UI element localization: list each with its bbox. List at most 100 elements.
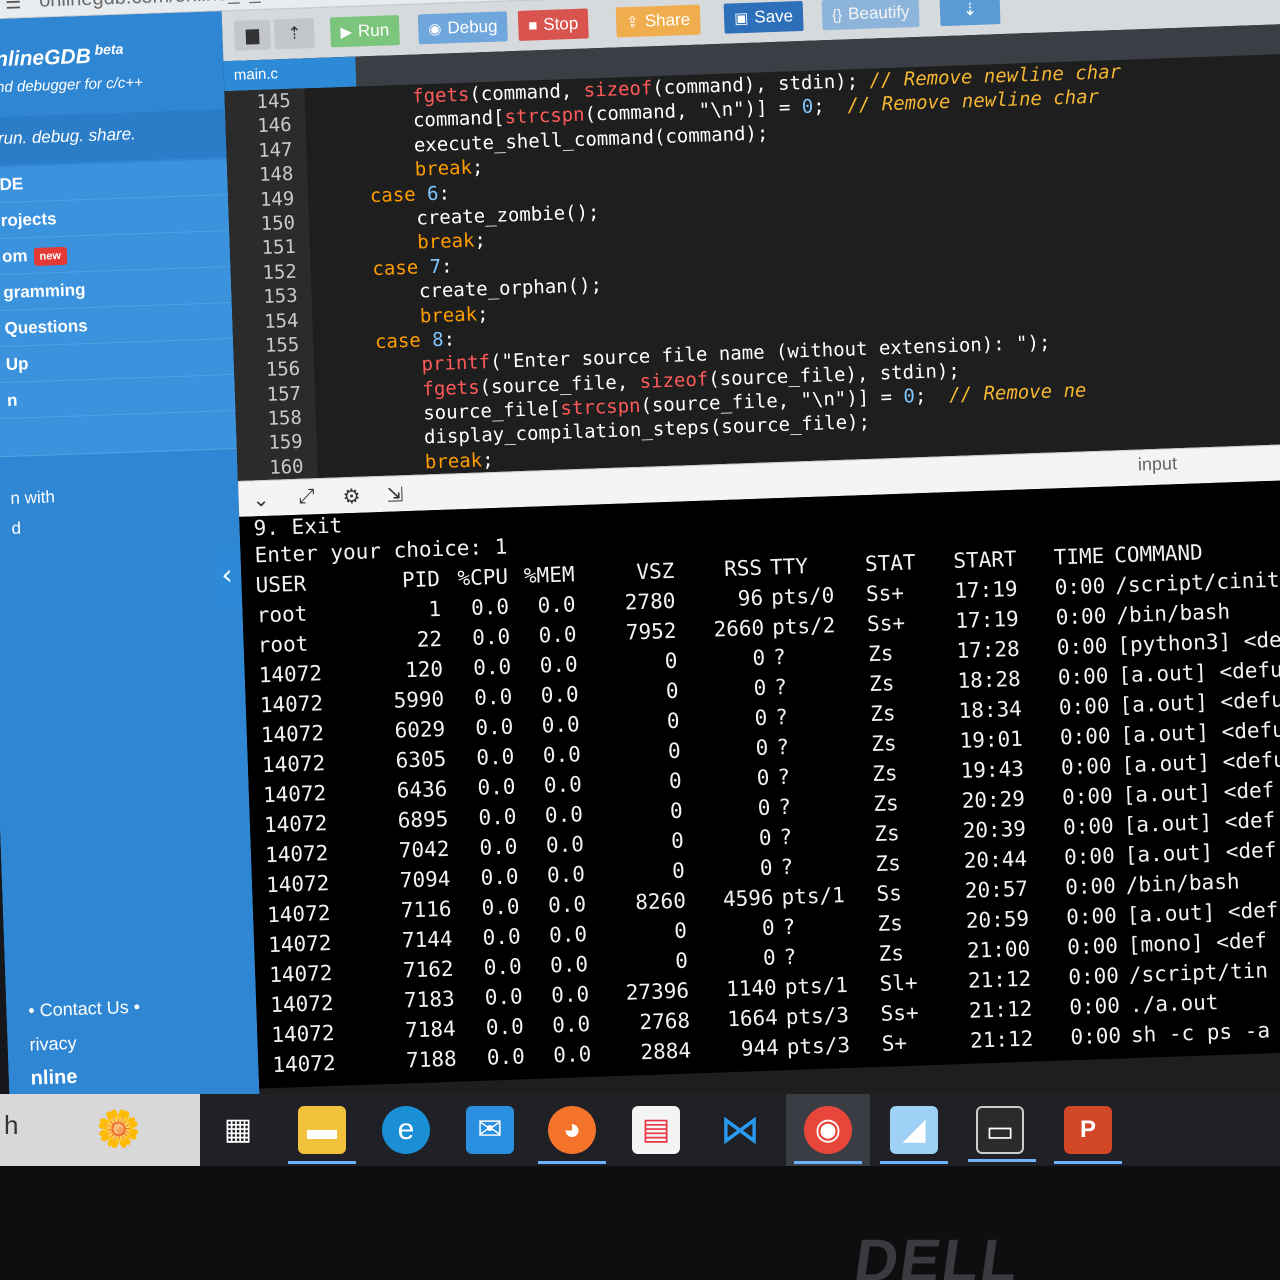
ps-cell: 6436: [396, 776, 448, 803]
ps-cell: 0.0: [549, 952, 589, 978]
ps-cell: 18:34: [958, 696, 1023, 723]
collapse-arrow-icon[interactable]: ‹: [214, 546, 241, 608]
site-settings-icon[interactable]: ☰: [5, 0, 22, 14]
ps-cell: 0: [758, 825, 772, 850]
beautify-button[interactable]: {} Beautify: [821, 0, 921, 31]
ps-cell: 20:59: [965, 906, 1030, 933]
beautify-label: Beautify: [847, 2, 910, 24]
edge-icon[interactable]: e: [382, 1106, 430, 1154]
task-view-icon[interactable]: ▦: [214, 1106, 262, 1154]
ps-cell: ?: [779, 824, 793, 850]
ps-cell: Ss+: [865, 580, 905, 607]
ps-cell: 0: [673, 918, 688, 944]
chevron-down-icon[interactable]: ⌄: [252, 487, 270, 513]
terminal-icon[interactable]: ▭: [968, 1106, 1036, 1162]
play-icon: ▶: [340, 23, 353, 42]
privacy-link[interactable]: rivacy: [29, 1024, 142, 1062]
stop-icon: ■: [527, 17, 538, 35]
powerpoint-icon[interactable]: P: [1054, 1106, 1122, 1164]
ps-header: USER: [255, 571, 307, 598]
file-explorer-icon[interactable]: ▬: [288, 1106, 356, 1164]
ps-cell: 0.0: [544, 802, 584, 828]
ps-cell: 0:00: [1062, 813, 1115, 840]
ps-cell: 0.0: [552, 1041, 592, 1068]
sidebar-footer: • Contact Us • rivacy nline: [28, 990, 143, 1096]
ps-cell: 0: [667, 738, 682, 764]
ps-cell: 17:19: [955, 606, 1020, 633]
ps-header: VSZ: [635, 558, 675, 585]
clear-icon[interactable]: ⇲: [386, 482, 404, 508]
sidebar-item-label: gramming: [2, 280, 86, 303]
ps-cell: 7094: [399, 866, 451, 893]
ps-cell: 0.0: [473, 684, 513, 710]
monitor-bezel: DELL: [0, 1166, 1280, 1280]
ps-cell: 0:00: [1059, 723, 1111, 750]
ps-cell: ?: [780, 854, 794, 880]
stop-button[interactable]: ■ Stop: [517, 8, 589, 41]
notepad-icon[interactable]: ◢: [880, 1106, 948, 1164]
new-file-button[interactable]: ▆: [233, 19, 271, 51]
ps-cell: 0.0: [542, 742, 582, 768]
store-icon[interactable]: ▤: [632, 1106, 680, 1154]
ps-cell: 17:19: [953, 576, 1018, 604]
upload-button[interactable]: ⇡: [273, 18, 315, 50]
debug-button[interactable]: ◉ Debug: [417, 11, 509, 45]
sidebar-menu: DE rojects om new gramming Questions Up n: [0, 159, 237, 458]
ps-cell: 0:00: [1067, 963, 1120, 990]
download-button[interactable]: ⇣: [939, 0, 1001, 27]
ps-cell: 0:00: [1058, 693, 1110, 720]
expand-icon[interactable]: ⤢: [298, 485, 315, 509]
ps-cell: 0.0: [486, 1044, 526, 1070]
run-button[interactable]: ▶ Run: [329, 15, 400, 48]
vscode-icon[interactable]: ⋈: [716, 1106, 764, 1154]
ps-cell: Zs: [875, 851, 902, 876]
ps-cell: 7116: [400, 896, 452, 923]
ps-cell: 5990: [393, 686, 445, 713]
sidebar-item-label: DE: [0, 174, 24, 195]
ps-rows: root 1 0.0 0.0 2780 96 pts/0 Ss+ 17:19 0:00/scrip…: [256, 562, 1280, 1080]
code-area[interactable]: fgets(command, sizeof(command), stdin); …: [320, 53, 1280, 478]
ps-cell: 14072: [271, 1050, 337, 1078]
ps-cell: 0: [674, 948, 689, 973]
ps-cell: Zs: [878, 941, 905, 966]
ps-cell: 0.0: [482, 924, 522, 950]
brand-logo[interactable]: nlineGDB beta: [0, 41, 124, 72]
ps-cell: 0: [757, 795, 771, 821]
ps-cell: 7184: [404, 1016, 457, 1043]
ps-cell: root: [257, 631, 309, 658]
sidebar-promo[interactable]: n with d: [10, 482, 56, 544]
ps-cell: 20:57: [964, 876, 1029, 903]
ps-cell: 22: [416, 626, 443, 652]
ps-cell: 120: [404, 656, 444, 683]
mail-icon[interactable]: ✉: [466, 1106, 514, 1154]
ps-cell: 0.0: [474, 714, 514, 740]
ps-cell: 18:28: [957, 666, 1022, 693]
ps-output-table: USER PID %CPU %MEM VSZ RSS TTY STAT STAR…: [255, 532, 1280, 1080]
save-button[interactable]: ▣ Save: [723, 0, 804, 34]
line-number: 151: [261, 236, 297, 260]
share-button[interactable]: ⇪ Share: [615, 4, 701, 38]
line-number-gutter: 145 146 147 148 149 150 151 152 153 154 155 156 157 1…: [224, 88, 318, 481]
ps-cell: 0.0: [479, 834, 518, 860]
ps-cell: 0.0: [539, 652, 579, 678]
dell-logo: DELL: [850, 1227, 1025, 1280]
file-tab-main[interactable]: main.c: [223, 56, 357, 92]
input-tab[interactable]: input: [1138, 453, 1178, 475]
ps-cell: 0.0: [470, 594, 510, 620]
firefox-icon[interactable]: ◕: [538, 1106, 606, 1164]
gear-icon[interactable]: ⚙: [342, 484, 361, 510]
terminal-output[interactable]: ‹ 9. Exit Enter your choice: 1 USER PID …: [214, 478, 1280, 1089]
ps-cell: 0.0: [485, 1014, 525, 1040]
chrome-icon[interactable]: ◉: [794, 1106, 862, 1164]
ps-cell: 0: [762, 945, 777, 970]
ps-cell: 0: [754, 705, 768, 731]
ps-cell: root: [256, 601, 308, 628]
taskbar-search-area[interactable]: h 🌼: [0, 1094, 200, 1166]
ps-cell: 6029: [394, 716, 446, 743]
ps-cell: 14072: [263, 811, 328, 838]
contact-us-link[interactable]: • Contact Us •: [28, 990, 141, 1028]
ps-cell: ?: [773, 674, 788, 700]
code-editor[interactable]: 145 146 147 148 149 150 151 152 153 154 155 156 157 1…: [224, 52, 1280, 481]
ps-cell: 6305: [395, 746, 447, 773]
ps-cell: 0:00: [1068, 993, 1121, 1020]
